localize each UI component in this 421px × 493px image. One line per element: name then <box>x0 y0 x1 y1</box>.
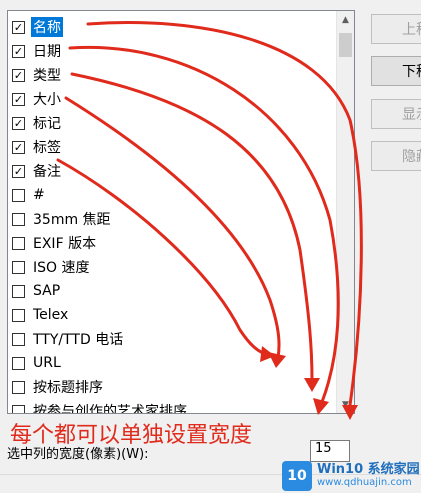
column-width-label: 选中列的宽度(像素)(W): <box>7 447 149 462</box>
annotation-arrow <box>70 72 314 382</box>
watermark: 10 Win10 系统家园 www.qdhuajin.com <box>282 458 421 493</box>
annotation-arrow <box>64 96 281 360</box>
win10-logo-icon: 10 <box>282 460 312 491</box>
annotation-arrow <box>56 158 270 357</box>
watermark-title: Win10 系统家园 <box>317 461 420 477</box>
arrowhead <box>342 405 358 420</box>
arrowhead <box>313 398 329 415</box>
annotation-arrow <box>86 21 363 407</box>
watermark-url: www.qdhuajin.com <box>317 477 412 489</box>
arrowhead <box>304 378 320 392</box>
annotation-arrow <box>68 45 340 404</box>
